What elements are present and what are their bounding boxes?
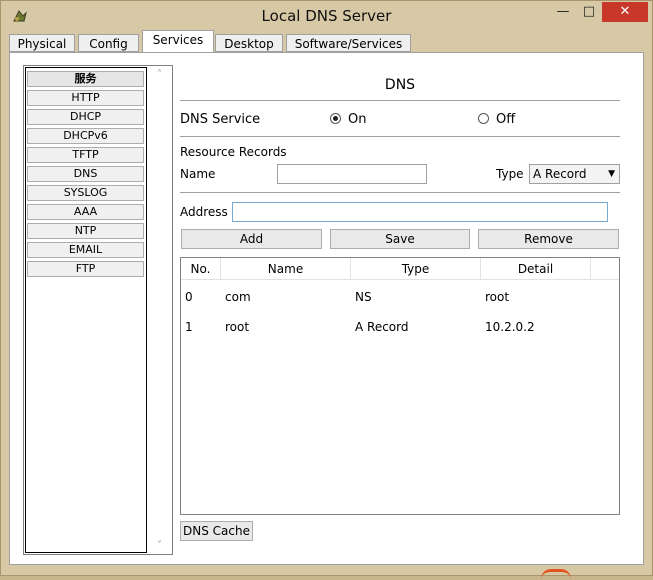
sidebar-item-syslog[interactable]: SYSLOG — [27, 185, 144, 201]
cell-no: 0 — [185, 290, 193, 304]
maximize-button[interactable]: □ — [576, 2, 602, 22]
address-input[interactable] — [232, 202, 608, 222]
dns-service-label: DNS Service — [180, 112, 261, 127]
minimize-button[interactable]: — — [550, 2, 576, 22]
tab-config[interactable]: Config — [78, 34, 139, 52]
type-select[interactable]: A Record ▼ — [529, 164, 620, 184]
corner-decoration — [541, 569, 571, 580]
column-header-name[interactable]: Name — [221, 258, 351, 280]
divider — [180, 136, 620, 137]
services-sidebar: 服务 HTTP DHCP DHCPv6 TFTP DNS SYSLOG AAA … — [23, 65, 173, 555]
dns-title: DNS — [384, 77, 416, 93]
cell-name: com — [225, 290, 251, 304]
sidebar-item-dhcpv6[interactable]: DHCPv6 — [27, 128, 144, 144]
remove-button[interactable]: Remove — [478, 229, 619, 249]
sidebar-item-header[interactable]: 服务 — [27, 71, 144, 87]
sidebar-item-ftp[interactable]: FTP — [27, 261, 144, 277]
cell-no: 1 — [185, 320, 193, 334]
scroll-up-icon[interactable]: ˄ — [148, 69, 171, 80]
service-on-label[interactable]: On — [348, 112, 366, 127]
services-panel: 服务 HTTP DHCP DHCPv6 TFTP DNS SYSLOG AAA … — [9, 52, 644, 565]
name-label: Name — [180, 167, 216, 181]
type-label: Type — [496, 167, 524, 181]
address-label: Address — [180, 205, 228, 219]
scroll-down-icon[interactable]: ˅ — [148, 540, 171, 551]
tab-services[interactable]: Services — [142, 30, 214, 53]
save-button[interactable]: Save — [330, 229, 470, 249]
sidebar-item-ntp[interactable]: NTP — [27, 223, 144, 239]
dns-cache-button[interactable]: DNS Cache — [180, 521, 253, 541]
application-window: Local DNS Server — □ ✕ Physical Config S… — [0, 0, 653, 576]
service-on-radio[interactable] — [330, 113, 341, 124]
title-bar[interactable]: Local DNS Server — □ ✕ — [1, 1, 652, 31]
cell-type: NS — [355, 290, 372, 304]
close-button[interactable]: ✕ — [602, 2, 648, 22]
service-off-radio[interactable] — [478, 113, 489, 124]
divider — [180, 100, 620, 101]
cell-detail: root — [485, 290, 510, 304]
tab-desktop[interactable]: Desktop — [215, 34, 283, 52]
divider — [180, 192, 620, 193]
column-header-type[interactable]: Type — [351, 258, 481, 280]
service-off-label[interactable]: Off — [496, 112, 515, 127]
column-header-no[interactable]: No. — [181, 258, 221, 280]
dns-config-panel: DNS DNS Service On Off Resource Records … — [180, 53, 625, 563]
type-select-value: A Record — [533, 167, 587, 181]
sidebar-item-email[interactable]: EMAIL — [27, 242, 144, 258]
sidebar-item-tftp[interactable]: TFTP — [27, 147, 144, 163]
cell-name: root — [225, 320, 250, 334]
services-list: 服务 HTTP DHCP DHCPv6 TFTP DNS SYSLOG AAA … — [25, 67, 147, 553]
sidebar-item-aaa[interactable]: AAA — [27, 204, 144, 220]
column-header-detail[interactable]: Detail — [481, 258, 591, 280]
chevron-down-icon: ▼ — [608, 169, 615, 179]
resource-records-label: Resource Records — [180, 145, 287, 159]
cell-detail: 10.2.0.2 — [485, 320, 535, 334]
cell-type: A Record — [355, 320, 409, 334]
tab-software-services[interactable]: Software/Services — [286, 34, 411, 52]
name-input[interactable] — [277, 164, 427, 184]
add-button[interactable]: Add — [181, 229, 322, 249]
tab-physical[interactable]: Physical — [9, 34, 75, 52]
column-header-filler — [591, 258, 619, 280]
sidebar-item-http[interactable]: HTTP — [27, 90, 144, 106]
sidebar-item-dhcp[interactable]: DHCP — [27, 109, 144, 125]
sidebar-scrollbar[interactable]: ˄ ˅ — [148, 67, 171, 553]
sidebar-item-dns[interactable]: DNS — [27, 166, 144, 182]
records-table: No. Name Type Detail 0 com NS root 1 roo… — [180, 257, 620, 515]
